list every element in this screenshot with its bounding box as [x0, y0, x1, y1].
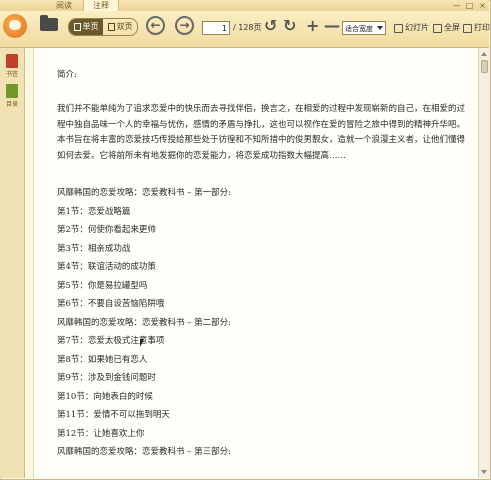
- document-page: 简介: 我们并不能单纯为了追求恋爱中的快乐而去寻找伴侣，换言之，在相爱的过程中发…: [33, 48, 479, 478]
- sidebar: 书签 目录: [0, 48, 25, 478]
- list-item: 第2节：何使你看起来更帅: [57, 225, 156, 235]
- double-page-icon: [107, 23, 115, 31]
- page-mode-toggle: 单页 双页: [68, 18, 138, 36]
- list-item: 第6节：不要自设苦恼陷阱哦: [57, 299, 165, 309]
- back-button[interactable]: ←: [146, 16, 165, 35]
- double-page-button[interactable]: 双页: [103, 19, 137, 35]
- scroll-thumb[interactable]: [481, 60, 488, 73]
- minimize-button[interactable]: —: [452, 1, 461, 10]
- list-item: 第10节：向她表白的时候: [57, 391, 153, 402]
- rotate-left-icon[interactable]: ↺: [264, 17, 277, 35]
- list-item: 第7节：恋爱太极式注意事项: [57, 336, 165, 346]
- zoom-in-button[interactable]: +: [306, 17, 319, 35]
- list-item: 第12节：让她喜欢上你: [57, 428, 145, 439]
- maximize-button[interactable]: □: [465, 1, 474, 10]
- single-page-button[interactable]: 单页: [69, 19, 103, 35]
- print-button[interactable]: 打印: [463, 21, 490, 35]
- list-item: 第9节：涉及到金钱问题时: [57, 373, 156, 383]
- list-item: 第4节：联谊活动的成功策: [57, 262, 156, 272]
- fullscreen-button[interactable]: 全屏: [433, 21, 460, 35]
- mouse-cursor-icon: [140, 339, 144, 347]
- vertical-scrollbar[interactable]: [478, 48, 490, 478]
- tab-strip: 阅读 注释 — □ ×: [0, 0, 489, 11]
- scroll-up-icon[interactable]: [481, 52, 487, 56]
- bookmark-icon: [6, 54, 18, 68]
- rotate-right-icon[interactable]: ↻: [283, 17, 296, 35]
- single-page-icon: [73, 23, 81, 31]
- zoom-out-button[interactable]: —: [324, 17, 340, 35]
- list-item: 风靡韩国的恋爱攻略：恋爱教科书 – 第二部分:: [57, 317, 232, 328]
- list-item: 第3节：相亲成功战: [57, 243, 131, 254]
- sidebar-item-toc[interactable]: 目录: [3, 84, 21, 108]
- page-total: / 128页: [233, 23, 262, 32]
- slideshow-button[interactable]: 幻灯片: [394, 21, 429, 35]
- fullscreen-icon: [433, 23, 442, 33]
- slideshow-icon: [394, 23, 403, 33]
- printer-icon: [463, 23, 472, 33]
- chapter-list: 风靡韩国的恋爱攻略：恋爱教科书 – 第一部分: 第1节：恋爱战略篇第2节：何使你看…: [57, 184, 467, 462]
- zoom-select[interactable]: 适合宽度: [342, 21, 386, 35]
- list-item: 第11节：爱情不可以拖到明天: [57, 410, 170, 420]
- page-content: 简介: 我们并不能单纯为了追求恋爱中的快乐而去寻找伴侣，换言之，在相爱的过程中发…: [57, 68, 467, 462]
- intro-title: 简介:: [57, 70, 77, 80]
- page-number-input[interactable]: 1: [202, 21, 230, 35]
- toc-icon: [6, 84, 18, 98]
- intro-body: 我们并不能单纯为了追求恋爱中的快乐而去寻找伴侣，换言之，在相爱的过程中发现崭新的…: [57, 104, 466, 161]
- chevron-down-icon: [377, 26, 383, 30]
- list-item: 风靡韩国的恋爱攻略：恋爱教科书 – 第一部分:: [57, 188, 232, 198]
- close-button[interactable]: ×: [478, 1, 487, 10]
- list-item: 第5节：你是易拉罐型吗: [57, 280, 148, 291]
- scroll-down-icon[interactable]: [481, 470, 487, 474]
- sidebar-item-bookmark[interactable]: 书签: [3, 54, 21, 78]
- tab-read[interactable]: 阅读: [47, 0, 81, 11]
- list-item: 第1节：恋爱战略篇: [57, 206, 131, 217]
- list-item: 第8节：如果她已有恋人: [57, 354, 148, 365]
- app-logo: [3, 14, 27, 38]
- forward-button[interactable]: →: [175, 16, 194, 35]
- tab-note[interactable]: 注释: [83, 0, 119, 11]
- list-item: 风靡韩国的恋爱攻略：恋爱教科书 – 第三部分:: [57, 447, 232, 457]
- open-folder-icon[interactable]: [40, 15, 58, 31]
